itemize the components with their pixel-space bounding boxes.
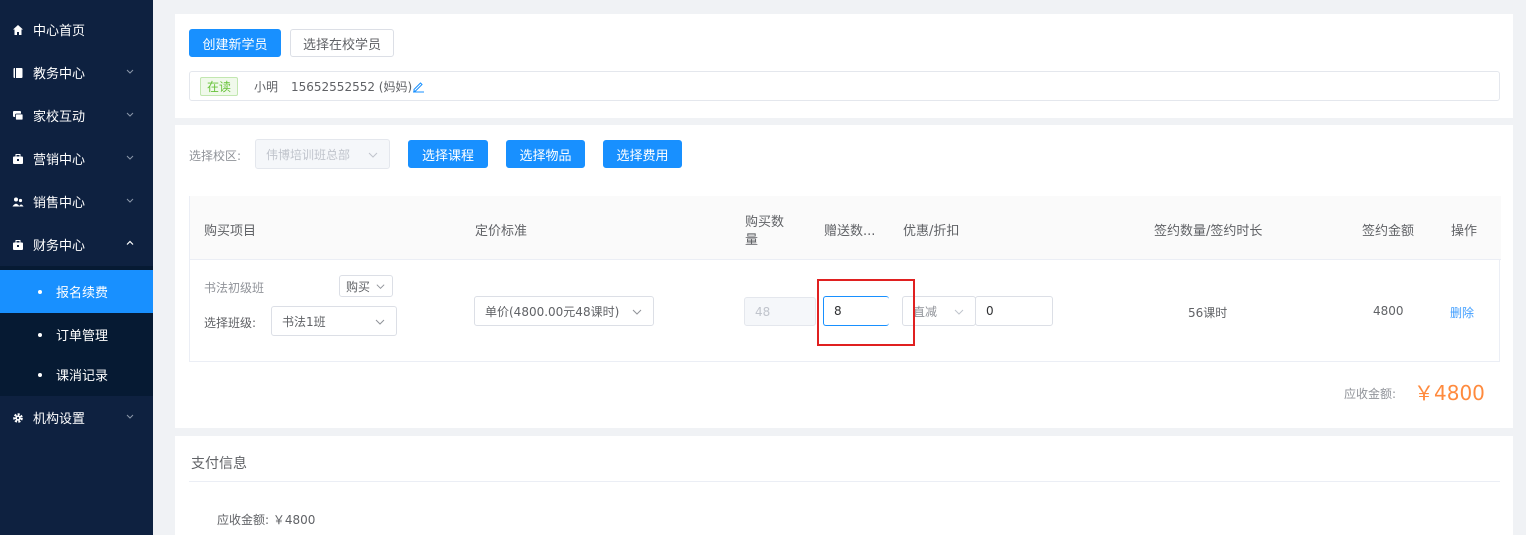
payment-receivable: 应收金额: ￥4800 (217, 513, 316, 527)
book-icon (12, 67, 24, 79)
col-pricing: 定价标准 (475, 224, 528, 239)
finance-submenu: 报名续费 订单管理 课消记录 (0, 266, 153, 396)
discount-type-value: 直减 (913, 304, 938, 319)
class-label: 选择班级: (204, 316, 257, 330)
select-course-button[interactable]: 选择课程 (408, 140, 488, 168)
sidebar-subitem-enroll-renew[interactable]: 报名续费 (0, 270, 153, 313)
col-item: 购买项目 (204, 224, 257, 239)
payment-title: 支付信息 (191, 456, 247, 472)
sidebar-item-home[interactable]: 中心首页 (0, 8, 153, 51)
student-info-bar: 在读 小明 15652552552 (妈妈) (189, 71, 1500, 101)
discount-value-input[interactable]: 0 (975, 296, 1053, 326)
bullet-icon (38, 372, 42, 377)
class-value: 书法1班 (282, 314, 326, 329)
student-phone: 15652552552 (妈妈) (291, 80, 413, 94)
bullet-icon (38, 289, 42, 294)
pricing-select[interactable]: 单价(4800.00元48课时) (474, 296, 654, 326)
col-gift: 赠送数... (824, 224, 876, 239)
sidebar: 中心首页 教务中心 家校互动 营销中心 销售中心 财务中心 报名续费 订单管理 … (0, 0, 153, 535)
col-qty-2: 量 (745, 233, 759, 248)
delete-link[interactable]: 删除 (1450, 304, 1474, 321)
chevron-down-icon (126, 198, 134, 203)
sidebar-subitem-orders[interactable]: 订单管理 (0, 313, 153, 356)
chevron-down-icon (632, 309, 642, 315)
campus-select[interactable]: 伟博培训班总部 (255, 139, 390, 169)
chevron-down-icon (954, 309, 964, 315)
sidebar-subitem-consumption[interactable]: 课消记录 (0, 353, 153, 396)
edit-icon[interactable] (412, 80, 425, 93)
chevron-down-icon (126, 112, 134, 117)
subitem-label: 订单管理 (56, 329, 109, 344)
payment-card (175, 436, 1513, 535)
bullet-icon (38, 332, 42, 337)
sidebar-item-label: 家校互动 (33, 110, 86, 125)
select-goods-button[interactable]: 选择物品 (506, 140, 585, 168)
select-student-button[interactable]: 选择在校学员 (290, 29, 394, 57)
pricing-value: 单价(4800.00元48课时) (485, 304, 620, 319)
gear-icon (12, 412, 24, 424)
sidebar-item-label: 营销中心 (33, 153, 86, 168)
chevron-down-icon (126, 69, 134, 74)
sidebar-item-finance[interactable]: 财务中心 (0, 223, 153, 266)
divider (189, 481, 1500, 482)
chevron-up-icon (126, 240, 134, 245)
col-qty: 购买数 (745, 215, 785, 230)
wallet-icon (12, 239, 24, 251)
col-discount: 优惠/折扣 (903, 224, 960, 239)
sidebar-item-label: 销售中心 (33, 196, 86, 211)
campus-label: 选择校区: (189, 149, 242, 163)
buy-type-value: 购买 (346, 279, 371, 294)
chevron-down-icon (368, 152, 378, 158)
highlight-box (817, 279, 915, 346)
sidebar-item-sales[interactable]: 销售中心 (0, 180, 153, 223)
select-fee-button[interactable]: 选择费用 (603, 140, 682, 168)
status-badge: 在读 (200, 77, 239, 96)
contract-hours: 56课时 (1188, 306, 1228, 320)
sidebar-item-label: 机构设置 (33, 412, 86, 427)
student-name: 小明 (254, 80, 279, 94)
create-student-button[interactable]: 创建新学员 (189, 29, 281, 57)
sidebar-item-home-school[interactable]: 家校互动 (0, 94, 153, 137)
chevron-down-icon (375, 319, 385, 325)
sidebar-item-label: 财务中心 (33, 239, 86, 254)
users-icon (12, 196, 24, 208)
col-amount: 签约金额 (1362, 224, 1415, 239)
subitem-label: 报名续费 (56, 286, 109, 301)
sidebar-item-marketing[interactable]: 营销中心 (0, 137, 153, 180)
col-action: 操作 (1451, 224, 1478, 239)
chat-icon (12, 110, 24, 122)
briefcase-icon (12, 153, 24, 165)
buy-type-select[interactable]: 购买 (339, 275, 393, 297)
receivable-amount: ￥4800 (1414, 381, 1485, 405)
sidebar-item-settings[interactable]: 机构设置 (0, 396, 153, 439)
campus-value: 伟博培训班总部 (266, 147, 351, 162)
subitem-label: 课消记录 (56, 369, 109, 384)
contract-amount: 4800 (1373, 304, 1404, 318)
col-contract: 签约数量/签约时长 (1154, 224, 1263, 239)
chevron-down-icon (376, 284, 385, 289)
receivable-label: 应收金额: (1344, 387, 1397, 401)
home-icon (12, 24, 24, 36)
table-header: 购买项目 定价标准 购买数 量 赠送数... 优惠/折扣 签约数量/签约时长 签… (190, 196, 1501, 260)
class-select[interactable]: 书法1班 (271, 306, 397, 336)
chevron-down-icon (126, 155, 134, 160)
sidebar-item-label: 教务中心 (33, 67, 86, 82)
course-name: 书法初级班 (204, 281, 265, 295)
sidebar-item-label: 中心首页 (33, 24, 86, 39)
sidebar-item-academic[interactable]: 教务中心 (0, 51, 153, 94)
quantity-input[interactable]: 48 (744, 297, 816, 326)
chevron-down-icon (126, 414, 134, 419)
